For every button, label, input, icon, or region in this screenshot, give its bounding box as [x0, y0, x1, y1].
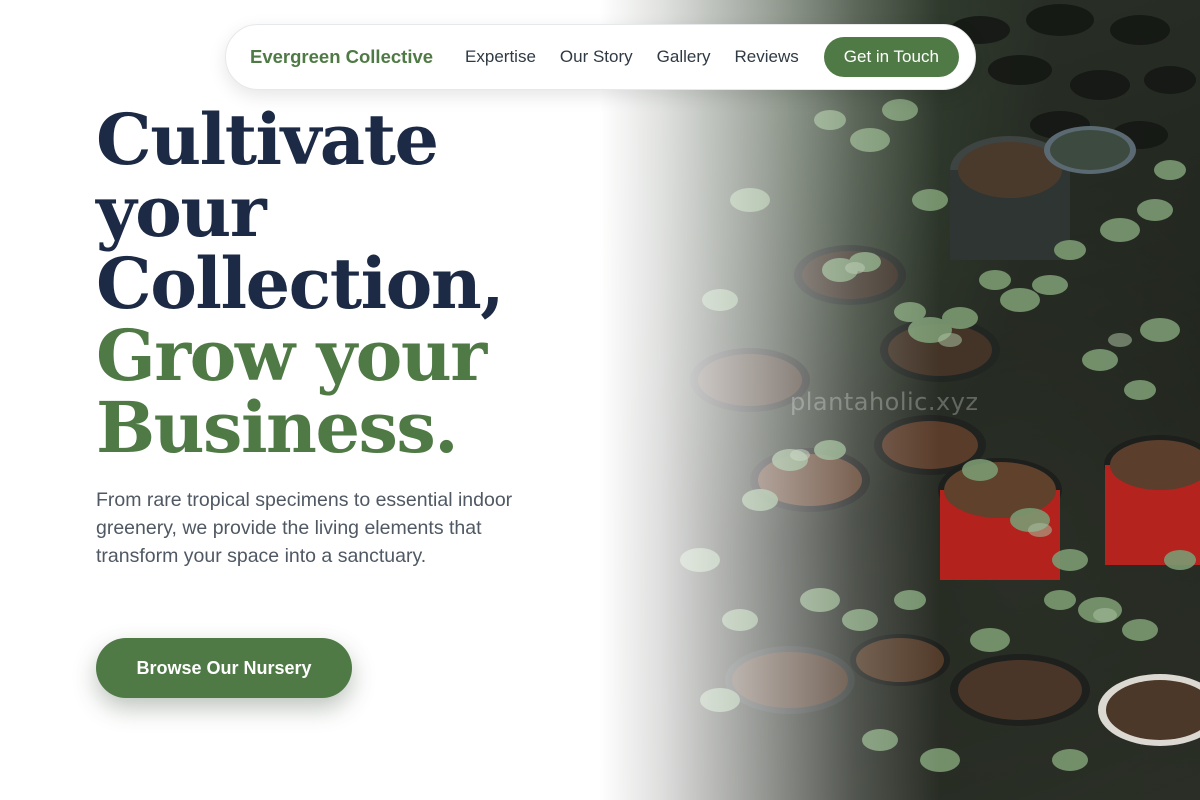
- nav-link-gallery[interactable]: Gallery: [657, 47, 711, 67]
- headline-line-2: your: [96, 170, 267, 253]
- hero-headline: Cultivate your Collection, Grow your Bus…: [96, 104, 556, 464]
- nav-link-expertise[interactable]: Expertise: [465, 47, 536, 67]
- headline-line-4: Grow your: [96, 314, 487, 397]
- browse-nursery-button[interactable]: Browse Our Nursery: [96, 638, 352, 698]
- headline-line-3: Collection,: [96, 242, 505, 325]
- brand-logo-text[interactable]: Evergreen Collective: [250, 46, 433, 68]
- headline-line-1: Cultivate: [96, 98, 439, 181]
- nav-link-reviews[interactable]: Reviews: [735, 47, 799, 67]
- nav-link-our-story[interactable]: Our Story: [560, 47, 633, 67]
- watermark-text: plantaholic.xyz: [790, 388, 979, 416]
- headline-line-5: Business.: [96, 386, 459, 469]
- hero-description: From rare tropical specimens to essentia…: [96, 489, 513, 567]
- get-in-touch-button[interactable]: Get in Touch: [823, 37, 959, 77]
- top-navbar: Evergreen Collective Expertise Our Story…: [225, 24, 976, 90]
